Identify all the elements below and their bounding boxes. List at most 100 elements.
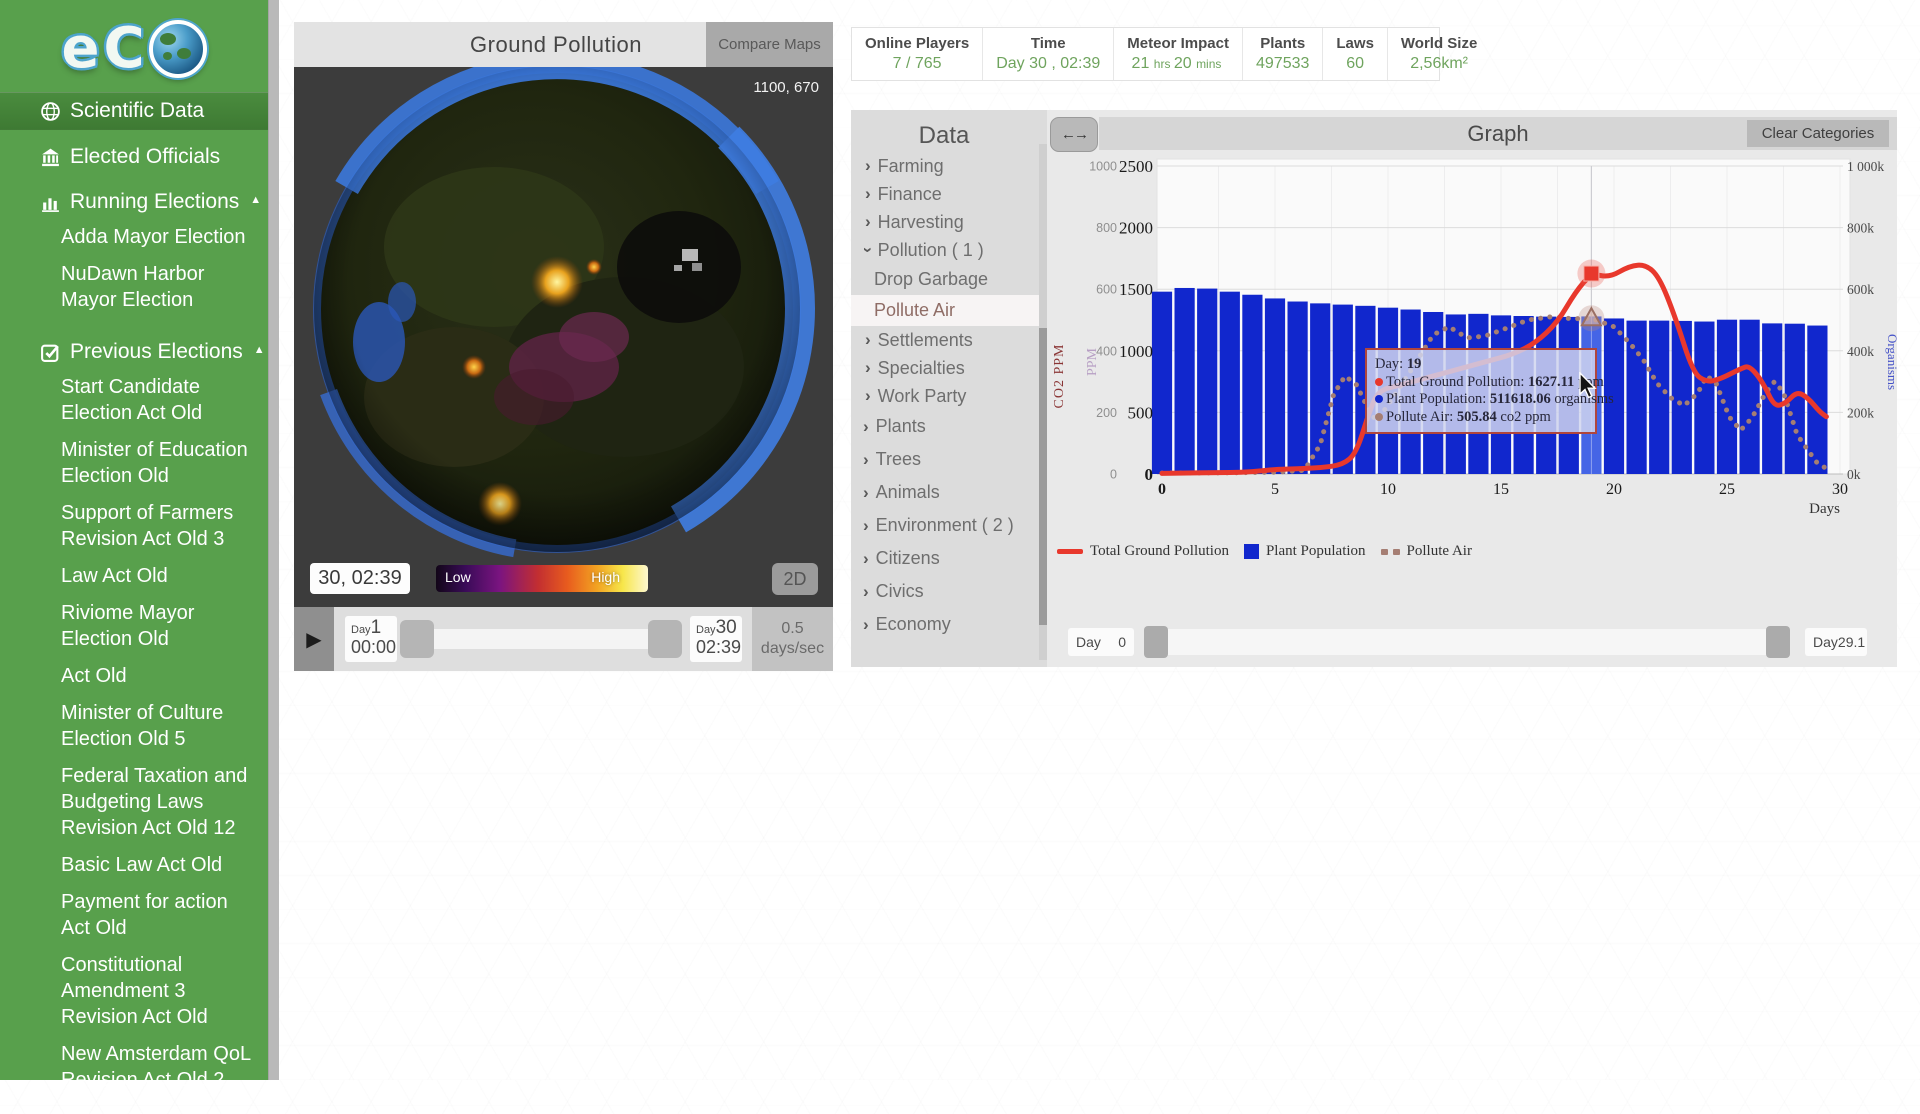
sidebar-subitem[interactable]: Minister of Education Election Old bbox=[61, 437, 254, 489]
sidebar-subitem[interactable]: New Amsterdam QoL Revision Act Old 2 bbox=[61, 1041, 254, 1093]
playback-speed: 0.5 days/sec bbox=[752, 607, 833, 671]
stat-value: 7 / 765 bbox=[893, 55, 942, 73]
data-item-work-party[interactable]: ›Work Party bbox=[851, 382, 1039, 410]
data-scrollbar[interactable] bbox=[1039, 144, 1047, 660]
data-category-list: ›Farming›Finance›Harvesting›Pollution ( … bbox=[851, 152, 1039, 641]
tooltip-row: Plant Population: 511618.06 organisms bbox=[1375, 391, 1587, 409]
bar-day-0 bbox=[1152, 292, 1172, 474]
bar-day-7 bbox=[1310, 303, 1330, 474]
svg-text:600: 600 bbox=[1096, 283, 1117, 297]
sidebar-subitem[interactable]: NuDawn Harbor Mayor Election bbox=[61, 261, 254, 313]
sidebar: e C Scientific DataElected OfficialsRunn… bbox=[0, 0, 268, 1080]
stat-value: Day 30 , 02:39 bbox=[996, 55, 1100, 73]
data-item-economy[interactable]: ›Economy bbox=[851, 608, 1039, 641]
data-item-citizens[interactable]: ›Citizens bbox=[851, 542, 1039, 575]
data-item-label: Settlements bbox=[878, 330, 973, 351]
sidebar-item-running-elections[interactable]: Running Elections▲ bbox=[0, 184, 268, 220]
sidebar-subitem[interactable]: Federal Taxation and Budgeting Laws Revi… bbox=[61, 763, 254, 841]
legend-item-pollute-air[interactable]: Pollute Air bbox=[1381, 543, 1472, 560]
world-map[interactable]: 1100, 670 30, 02:39 Low High 2D bbox=[294, 67, 833, 607]
legend-item-total-ground-pollution[interactable]: Total Ground Pollution bbox=[1057, 543, 1229, 560]
stat-value: 60 bbox=[1346, 55, 1364, 73]
data-item-label: Plants bbox=[876, 416, 926, 437]
sidebar-subitem[interactable]: Law Act Old bbox=[61, 563, 254, 589]
data-item-animals[interactable]: ›Animals bbox=[851, 476, 1039, 509]
data-item-drop-garbage[interactable]: Drop Garbage bbox=[851, 264, 1039, 295]
chevron-right-icon: › bbox=[863, 549, 869, 569]
svg-text:800: 800 bbox=[1096, 221, 1117, 235]
data-item-pollution-1-[interactable]: ›Pollution ( 1 ) bbox=[851, 236, 1039, 264]
range-handle-right[interactable] bbox=[1766, 626, 1790, 658]
stat-value: 21 hrs 20 mins bbox=[1132, 55, 1225, 73]
data-item-civics[interactable]: ›Civics bbox=[851, 575, 1039, 608]
stat-label: Time bbox=[1031, 35, 1066, 52]
svg-text:1 000k: 1 000k bbox=[1847, 159, 1884, 174]
svg-text:5: 5 bbox=[1271, 481, 1279, 498]
nav-spacer bbox=[0, 175, 268, 184]
data-item-farming[interactable]: ›Farming bbox=[851, 152, 1039, 180]
svg-text:2500: 2500 bbox=[1119, 157, 1153, 176]
sidebar-item-elected-officials[interactable]: Elected Officials bbox=[0, 139, 268, 175]
sidebar-subitem[interactable]: Basic Law Act Old bbox=[61, 852, 254, 878]
stat-meteor-impact: Meteor Impact21 hrs 20 mins bbox=[1114, 28, 1243, 80]
map-time-display: 30, 02:39 bbox=[310, 563, 410, 594]
data-item-finance[interactable]: ›Finance bbox=[851, 180, 1039, 208]
playback-track[interactable] bbox=[406, 629, 676, 649]
sidebar-subitem[interactable]: Support of Farmers Revision Act Old 3 bbox=[61, 500, 254, 552]
data-item-label: Harvesting bbox=[878, 212, 964, 233]
legend-item-plant-population[interactable]: Plant Population bbox=[1244, 543, 1366, 560]
data-item-label: Civics bbox=[876, 581, 924, 602]
data-item-environment-2-[interactable]: ›Environment ( 2 ) bbox=[851, 509, 1039, 542]
play-button[interactable]: ▶ bbox=[294, 607, 334, 671]
compare-maps-button[interactable]: Compare Maps bbox=[706, 22, 833, 67]
stat-value: 2,56km² bbox=[1410, 55, 1468, 73]
data-item-label: Specialties bbox=[878, 358, 965, 379]
playback-handle-right[interactable] bbox=[648, 620, 682, 658]
svg-text:0: 0 bbox=[1110, 468, 1117, 482]
collapse-arrow-icon[interactable]: ▲ bbox=[254, 344, 265, 356]
tooltip-bullet bbox=[1375, 378, 1383, 386]
sidebar-scrollbar[interactable] bbox=[268, 0, 279, 1080]
data-item-specialties[interactable]: ›Specialties bbox=[851, 354, 1039, 382]
chevron-right-icon: › bbox=[863, 615, 869, 635]
svg-text:10: 10 bbox=[1380, 481, 1396, 498]
playback-start-box: Day1 00:00 bbox=[345, 616, 397, 662]
svg-text:1500: 1500 bbox=[1119, 280, 1153, 299]
data-item-settlements[interactable]: ›Settlements bbox=[851, 326, 1039, 354]
sidebar-subitem[interactable]: Start Candidate Election Act Old bbox=[61, 374, 254, 426]
data-item-trees[interactable]: › Trees bbox=[851, 443, 1039, 476]
range-track[interactable] bbox=[1144, 629, 1790, 655]
sidebar-subitem[interactable]: Adda Mayor Election bbox=[61, 224, 254, 250]
data-item-pollute-air[interactable]: Pollute Air bbox=[851, 295, 1039, 326]
data-item-label: Trees bbox=[876, 449, 921, 470]
chevron-right-icon: › bbox=[863, 450, 869, 470]
svg-text:15: 15 bbox=[1493, 481, 1509, 498]
stat-label: Plants bbox=[1260, 35, 1305, 52]
data-panel-title: Data bbox=[851, 122, 1037, 150]
map-playback-bar: ▶ Day1 00:00 Day30 02:39 0.5 days/sec bbox=[294, 607, 833, 671]
playback-handle-left[interactable] bbox=[400, 620, 434, 658]
legend-label: Pollute Air bbox=[1407, 543, 1472, 560]
map-2d-button[interactable]: 2D bbox=[772, 563, 818, 595]
data-item-plants[interactable]: ›Plants bbox=[851, 410, 1039, 443]
data-scrollbar-thumb[interactable] bbox=[1039, 328, 1047, 625]
svg-text:0: 0 bbox=[1158, 481, 1166, 498]
sidebar-subitem[interactable]: Constitutional Amendment 3 Revision Act … bbox=[61, 952, 254, 1030]
sidebar-subitem[interactable]: Act Old bbox=[61, 663, 254, 689]
sidebar-subitem[interactable]: Riviome Mayor Election Old bbox=[61, 600, 254, 652]
chevron-right-icon: › bbox=[865, 212, 871, 232]
data-item-label: Farming bbox=[878, 156, 944, 177]
legend-line-swatch bbox=[1057, 549, 1083, 554]
sidebar-item-scientific-data[interactable]: Scientific Data bbox=[0, 92, 268, 130]
collapse-arrow-icon[interactable]: ▲ bbox=[250, 194, 261, 206]
data-panel: Data ›Farming›Finance›Harvesting›Polluti… bbox=[851, 110, 1047, 667]
sidebar-subitem[interactable]: Minister of Culture Election Old 5 bbox=[61, 700, 254, 752]
range-handle-left[interactable] bbox=[1144, 626, 1168, 658]
sidebar-subitem[interactable]: Payment for action Act Old bbox=[61, 889, 254, 941]
svg-text:200: 200 bbox=[1096, 406, 1117, 420]
tooltip-bullet bbox=[1375, 413, 1383, 421]
data-item-harvesting[interactable]: › Harvesting bbox=[851, 208, 1039, 236]
legend-dots-swatch bbox=[1381, 549, 1400, 555]
sidebar-item-previous-elections[interactable]: Previous Elections▲ bbox=[0, 334, 268, 370]
chevron-right-icon: › bbox=[865, 386, 871, 406]
